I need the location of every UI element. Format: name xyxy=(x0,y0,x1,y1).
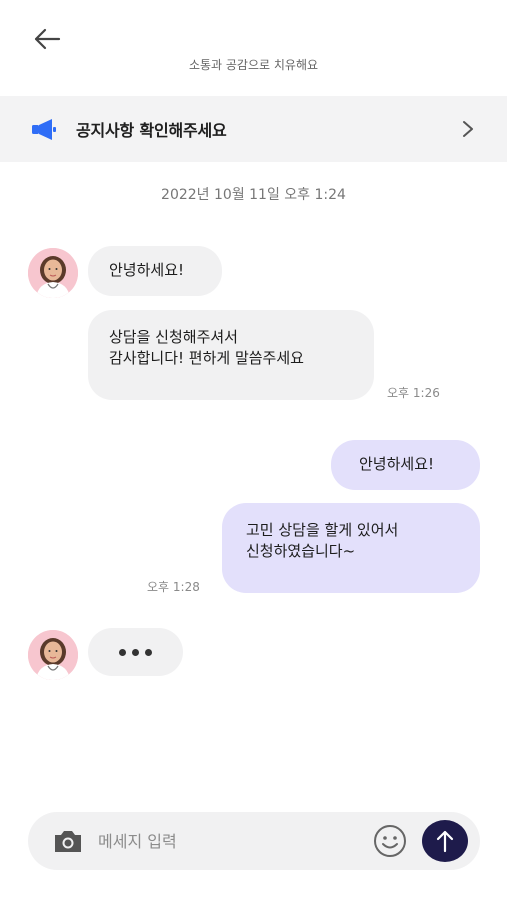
message-input[interactable] xyxy=(98,831,372,851)
back-button[interactable] xyxy=(30,24,64,54)
outgoing-message: 고민 상담을 할게 있어서 신청하였습니다~ xyxy=(222,503,480,593)
incoming-message: 안녕하세요! xyxy=(88,246,222,296)
avatar[interactable] xyxy=(28,248,78,298)
megaphone-icon xyxy=(30,116,60,142)
chevron-right-icon xyxy=(459,120,477,138)
typing-dot xyxy=(119,648,126,656)
notice-label: 공지사항 확인해주세요 xyxy=(76,121,227,140)
message-time: 오후 1:28 xyxy=(147,580,200,594)
message-time: 오후 1:26 xyxy=(387,386,440,400)
page-subtitle: 소통과 공감으로 치유해요 xyxy=(188,58,319,72)
typing-indicator xyxy=(88,628,183,676)
message-composer xyxy=(28,812,480,870)
avatar[interactable] xyxy=(28,630,78,680)
typing-dot xyxy=(132,648,139,656)
send-button[interactable] xyxy=(422,820,468,862)
outgoing-message: 안녕하세요! xyxy=(331,440,480,490)
typing-dot xyxy=(145,648,152,656)
camera-icon xyxy=(55,831,81,852)
notice-banner[interactable]: 공지사항 확인해주세요 xyxy=(0,96,507,162)
arrow-up-icon xyxy=(436,830,454,853)
incoming-message: 상담을 신청해주셔서 감사합니다! 편하게 말씀주세요 xyxy=(88,310,374,400)
emoji-button[interactable] xyxy=(372,823,408,859)
arrow-left-icon xyxy=(34,28,61,50)
camera-button[interactable] xyxy=(50,826,86,856)
date-separator: 2022년 10월 11일 오후 1:24 xyxy=(161,187,346,203)
smiley-icon xyxy=(374,825,406,857)
